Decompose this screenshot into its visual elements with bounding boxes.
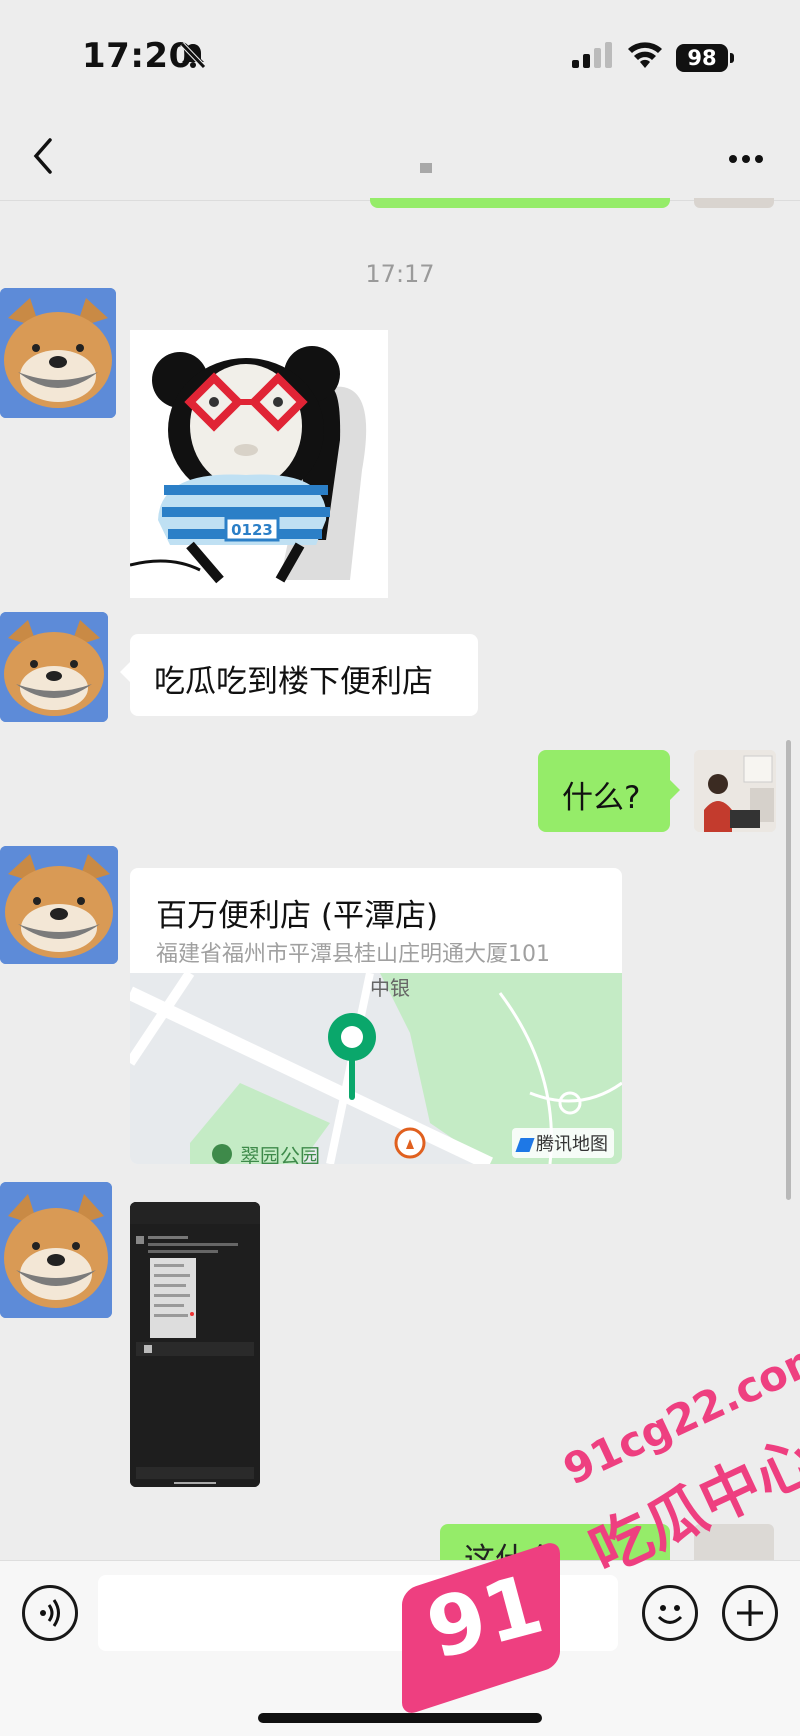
location-map[interactable]: 中银 翠园公园 腾讯地图 — [130, 970, 622, 1164]
avatar[interactable] — [0, 288, 116, 418]
battery-indicator: 98 — [676, 44, 728, 72]
previous-message-bubble[interactable] — [370, 198, 670, 208]
avatar[interactable] — [0, 1182, 112, 1318]
map-credit-text: 腾讯地图 — [536, 1134, 608, 1155]
input-bar — [0, 1560, 800, 1736]
avatar[interactable] — [0, 846, 118, 964]
tencent-map-logo-icon — [515, 1138, 535, 1152]
status-bar: 17:20 98 — [0, 0, 800, 110]
chat-header — [0, 110, 800, 201]
sticker-image[interactable]: 0123 — [129, 330, 388, 598]
my-message-bubble[interactable]: 什么? — [538, 750, 680, 832]
map-credit: 腾讯地图 — [512, 1128, 614, 1158]
ellipsis-icon[interactable] — [728, 150, 764, 164]
message-text: 什么? — [562, 780, 641, 816]
map-park-label: 翠园公园 — [240, 1144, 320, 1164]
location-address: 福建省福州市平潭县桂山庄明通大厦101 — [156, 942, 550, 967]
message-bubble[interactable]: 吃瓜吃到楼下便利店 — [120, 634, 478, 716]
emoji-icon[interactable] — [642, 1585, 698, 1641]
avatar[interactable] — [0, 612, 108, 722]
location-name: 百万便利店 (平潭店) — [156, 898, 439, 934]
battery-tip — [730, 53, 734, 63]
screenshot-image[interactable] — [130, 1202, 260, 1487]
avatar[interactable] — [694, 198, 774, 208]
scrollbar[interactable] — [786, 740, 791, 1200]
message-text: 吃瓜吃到楼下便利店 — [154, 664, 433, 700]
bell-slash-icon — [178, 40, 208, 74]
voice-icon[interactable] — [22, 1585, 78, 1641]
message-timestamp: 17:17 — [365, 260, 435, 288]
wifi-icon — [626, 40, 664, 74]
cellular-signal-icon — [572, 42, 614, 74]
chat-title-redacted — [420, 163, 432, 173]
chevron-left-icon[interactable] — [30, 136, 56, 180]
location-card[interactable]: 百万便利店 (平潭店) 福建省福州市平潭县桂山庄明通大厦101 中银 翠园公园 … — [130, 868, 622, 1164]
home-indicator — [258, 1713, 542, 1723]
plus-icon[interactable] — [722, 1585, 778, 1641]
status-time: 17:20 — [82, 36, 193, 76]
avatar[interactable] — [694, 750, 776, 832]
map-road-label: 中银 — [370, 976, 410, 1000]
svg-text:0123: 0123 — [231, 521, 273, 539]
